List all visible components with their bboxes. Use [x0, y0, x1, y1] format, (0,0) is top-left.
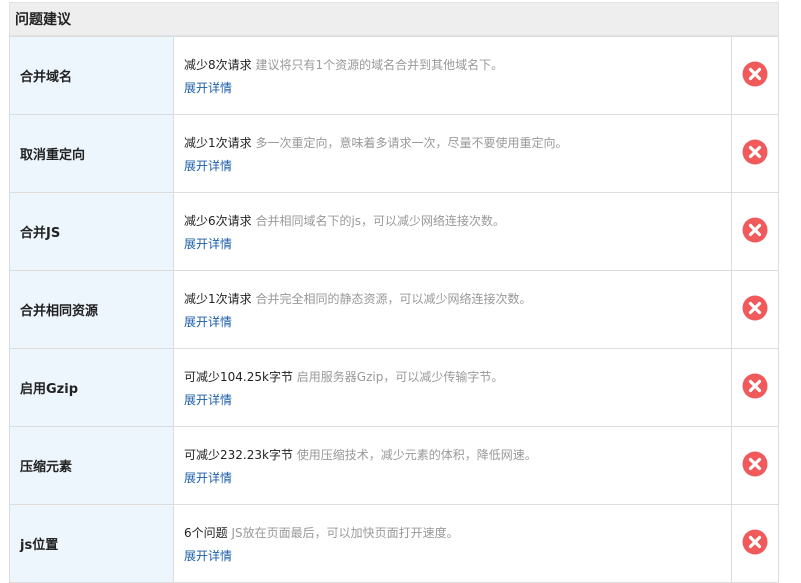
close-icon[interactable]: [742, 295, 768, 321]
rule-description: 减少1次请求 多一次重定向，意味着多请求一次，尽量不要使用重定向。 展开详情: [173, 114, 732, 193]
rule-impact: 减少8次请求: [184, 57, 252, 72]
table-row: 启用Gzip 可减少104.25k字节 启用服务器Gzip，可以减少传输字节。 …: [9, 348, 779, 427]
expand-details-link[interactable]: 展开详情: [184, 469, 232, 486]
close-icon[interactable]: [742, 61, 768, 87]
close-icon[interactable]: [742, 139, 768, 165]
status-cell: [731, 114, 779, 193]
rule-advice: 启用服务器Gzip，可以减少传输字节。: [296, 369, 504, 384]
rule-summary: 可减少232.23k字节 使用压缩技术，减少元素的体积，降低网速。: [184, 446, 731, 463]
expand-details-link[interactable]: 展开详情: [184, 79, 232, 96]
rule-name: 取消重定向: [9, 114, 174, 193]
rule-summary: 减少1次请求 多一次重定向，意味着多请求一次，尽量不要使用重定向。: [184, 134, 731, 151]
suggestions-panel: 问题建议 合并域名 减少8次请求 建议将只有1个资源的域名合并到其他域名下。 展…: [9, 2, 779, 583]
table-row: 合并JS 减少6次请求 合并相同域名下的js，可以减少网络连接次数。 展开详情: [9, 192, 779, 271]
expand-details-link[interactable]: 展开详情: [184, 235, 232, 252]
section-title: 问题建议: [9, 2, 779, 36]
rule-impact: 可减少104.25k字节: [184, 369, 293, 384]
rule-summary: 减少1次请求 合并完全相同的静态资源，可以减少网络连接次数。: [184, 290, 731, 307]
rule-advice: JS放在页面最后，可以加快页面打开速度。: [231, 525, 459, 540]
rule-impact: 减少1次请求: [184, 135, 252, 150]
status-cell: [731, 36, 779, 115]
close-icon[interactable]: [742, 217, 768, 243]
rule-impact: 可减少232.23k字节: [184, 447, 293, 462]
status-cell: [731, 348, 779, 427]
rule-name: 压缩元素: [9, 426, 174, 505]
rule-summary: 6个问题 JS放在页面最后，可以加快页面打开速度。: [184, 524, 731, 541]
table-row: 压缩元素 可减少232.23k字节 使用压缩技术，减少元素的体积，降低网速。 展…: [9, 426, 779, 505]
rule-name: 启用Gzip: [9, 348, 174, 427]
rule-impact: 减少6次请求: [184, 213, 252, 228]
rule-advice: 使用压缩技术，减少元素的体积，降低网速。: [296, 447, 537, 462]
rule-summary: 减少6次请求 合并相同域名下的js，可以减少网络连接次数。: [184, 212, 731, 229]
table-row: 合并域名 减少8次请求 建议将只有1个资源的域名合并到其他域名下。 展开详情: [9, 36, 779, 115]
rule-advice: 合并相同域名下的js，可以减少网络连接次数。: [255, 213, 506, 228]
rule-summary: 减少8次请求 建议将只有1个资源的域名合并到其他域名下。: [184, 56, 731, 73]
expand-details-link[interactable]: 展开详情: [184, 157, 232, 174]
close-icon[interactable]: [742, 451, 768, 477]
rule-advice: 合并完全相同的静态资源，可以减少网络连接次数。: [255, 291, 532, 306]
rule-advice: 多一次重定向，意味着多请求一次，尽量不要使用重定向。: [255, 135, 568, 150]
rule-description: 减少6次请求 合并相同域名下的js，可以减少网络连接次数。 展开详情: [173, 192, 732, 271]
rule-description: 可减少104.25k字节 启用服务器Gzip，可以减少传输字节。 展开详情: [173, 348, 732, 427]
table-row: 取消重定向 减少1次请求 多一次重定向，意味着多请求一次，尽量不要使用重定向。 …: [9, 114, 779, 193]
rule-impact: 减少1次请求: [184, 291, 252, 306]
rule-name: 合并相同资源: [9, 270, 174, 349]
expand-details-link[interactable]: 展开详情: [184, 313, 232, 330]
expand-details-link[interactable]: 展开详情: [184, 391, 232, 408]
rule-name: 合并JS: [9, 192, 174, 271]
status-cell: [731, 270, 779, 349]
rule-advice: 建议将只有1个资源的域名合并到其他域名下。: [255, 57, 504, 72]
rule-summary: 可减少104.25k字节 启用服务器Gzip，可以减少传输字节。: [184, 368, 731, 385]
expand-details-link[interactable]: 展开详情: [184, 547, 232, 564]
status-cell: [731, 426, 779, 505]
rule-description: 减少8次请求 建议将只有1个资源的域名合并到其他域名下。 展开详情: [173, 36, 732, 115]
close-icon[interactable]: [742, 373, 768, 399]
suggestions-table: 合并域名 减少8次请求 建议将只有1个资源的域名合并到其他域名下。 展开详情 取…: [9, 36, 779, 583]
rule-description: 减少1次请求 合并完全相同的静态资源，可以减少网络连接次数。 展开详情: [173, 270, 732, 349]
close-icon[interactable]: [742, 529, 768, 555]
status-cell: [731, 192, 779, 271]
rule-impact: 6个问题: [184, 525, 228, 540]
rule-name: 合并域名: [9, 36, 174, 115]
table-row: 合并相同资源 减少1次请求 合并完全相同的静态资源，可以减少网络连接次数。 展开…: [9, 270, 779, 349]
rule-description: 可减少232.23k字节 使用压缩技术，减少元素的体积，降低网速。 展开详情: [173, 426, 732, 505]
